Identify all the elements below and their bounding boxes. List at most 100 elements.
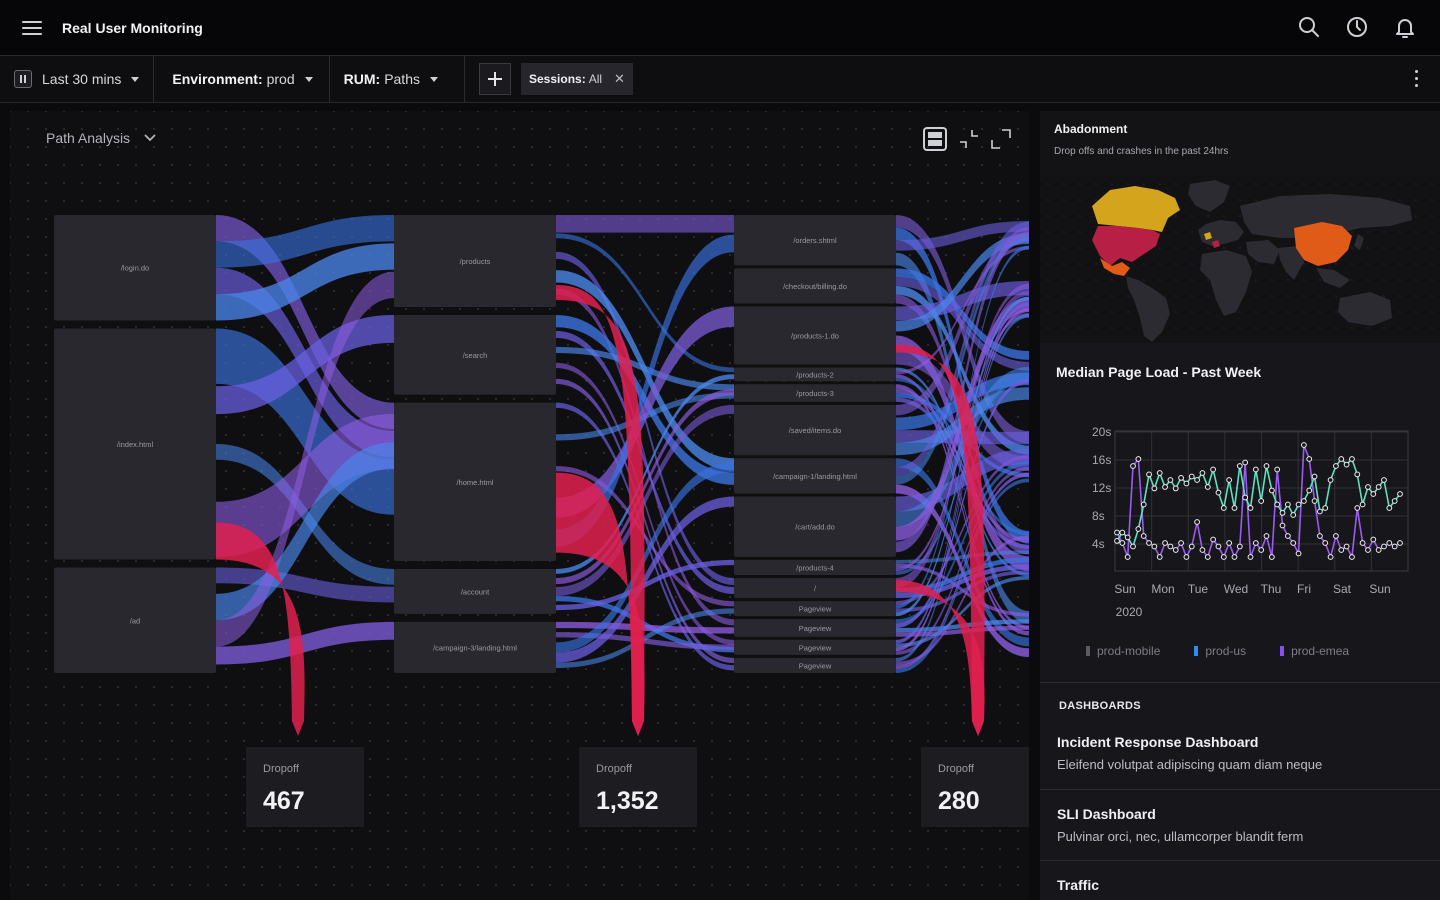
data-point[interactable] [1146,540,1152,546]
data-point[interactable] [1317,533,1323,539]
data-point[interactable] [1279,510,1286,516]
data-point[interactable] [1274,501,1281,508]
data-point[interactable] [1236,463,1243,469]
data-point[interactable] [1204,554,1211,560]
more-options-icon[interactable] [1415,70,1418,87]
data-point[interactable] [1327,554,1334,560]
data-point[interactable] [1215,543,1222,550]
data-point[interactable] [1162,540,1168,546]
data-point[interactable] [1284,501,1291,508]
data-point[interactable] [1242,459,1249,466]
sankey-node[interactable]: /checkout/billing.do [734,268,896,304]
data-point[interactable] [1204,484,1211,490]
data-point[interactable] [1354,505,1361,511]
data-point[interactable] [1327,477,1334,483]
data-point[interactable] [1215,489,1222,496]
data-point[interactable] [1338,547,1345,553]
data-point[interactable] [1114,529,1120,536]
data-point[interactable] [1130,463,1136,469]
data-point[interactable] [1194,519,1200,525]
legend-item[interactable]: prod-mobile [1086,644,1160,658]
data-point[interactable] [1333,533,1339,539]
data-point[interactable] [1365,484,1371,490]
data-point[interactable] [1290,540,1297,546]
data-point[interactable] [1162,484,1168,490]
data-point[interactable] [1183,480,1190,487]
sankey-node[interactable]: /login.do [54,215,216,321]
data-point[interactable] [1124,534,1131,541]
legend-item[interactable]: prod-emea [1280,644,1349,658]
data-point[interactable] [1317,508,1323,515]
sankey-node[interactable]: /campaign-1/landing.html [734,458,896,494]
data-point[interactable] [1391,498,1398,504]
data-point[interactable] [1284,533,1291,539]
data-point[interactable] [1135,456,1142,462]
data-point[interactable] [1311,498,1318,504]
data-point[interactable] [1322,505,1329,511]
layout-icon[interactable] [923,127,947,151]
data-point[interactable] [1140,501,1147,508]
expand-icon[interactable] [991,129,1011,149]
data-point[interactable] [1300,442,1307,448]
data-point[interactable] [1151,543,1158,550]
data-point[interactable] [1391,543,1398,550]
sankey-node[interactable]: Pageview [734,639,896,655]
data-point[interactable] [1247,505,1254,511]
sankey-node[interactable]: /index.html [54,328,216,560]
environment-dropdown[interactable]: Environment: prod [154,56,330,102]
collapse-icon[interactable] [959,129,979,149]
data-point[interactable] [1156,554,1163,560]
sankey-node[interactable]: /products [394,215,556,307]
sankey-node[interactable]: /orders.shtml [734,215,896,266]
data-point[interactable] [1231,505,1238,511]
data-point[interactable] [1258,498,1265,504]
data-point[interactable] [1199,470,1206,476]
data-point[interactable] [1365,547,1371,553]
rum-dropdown[interactable]: RUM: Paths [330,56,465,102]
sankey-node[interactable]: /cart/add.do [734,496,896,557]
sankey-node[interactable]: /saved/items.do [734,404,896,456]
sankey-node[interactable]: / [734,577,896,599]
data-point[interactable] [1279,522,1286,529]
data-point[interactable] [1381,543,1387,550]
sankey-node[interactable]: /products-4 [734,559,896,575]
data-point[interactable] [1322,540,1329,546]
data-point[interactable] [1188,543,1195,550]
data-point[interactable] [1290,512,1297,518]
data-point[interactable] [1397,491,1403,497]
clock-icon[interactable] [1346,16,1368,38]
sankey-node[interactable]: Pageview [734,601,896,617]
dashboard-item-traffic[interactable]: Traffic [1040,877,1440,893]
data-point[interactable] [1338,456,1345,462]
add-filter-button[interactable] [479,63,511,95]
data-point[interactable] [1300,498,1307,504]
search-icon[interactable] [1298,16,1320,38]
sankey-node[interactable]: Pageview [734,657,896,673]
dashboard-item-sli[interactable]: SLI Dashboard Pulvinar orci, nec, ullamc… [1040,806,1440,844]
data-point[interactable] [1210,536,1217,543]
sankey-node[interactable]: /products-3 [734,384,896,402]
data-point[interactable] [1295,501,1302,508]
data-point[interactable] [1370,536,1377,543]
data-point[interactable] [1375,484,1382,490]
data-point[interactable] [1188,473,1195,480]
data-point[interactable] [1242,494,1249,501]
data-point[interactable] [1359,540,1366,546]
pause-icon[interactable] [14,70,32,88]
data-point[interactable] [1306,456,1313,462]
data-point[interactable] [1386,505,1393,511]
bell-icon[interactable] [1394,16,1416,38]
sankey-node[interactable]: /ad [54,567,216,673]
data-point[interactable] [1210,466,1217,473]
data-point[interactable] [1167,543,1174,550]
sessions-filter-chip[interactable]: Sessions: All ✕ [521,63,633,95]
data-point[interactable] [1252,466,1259,473]
data-point[interactable] [1124,554,1131,560]
data-point[interactable] [1263,463,1270,469]
data-point[interactable] [1199,547,1206,553]
data-point[interactable] [1359,501,1366,508]
data-point[interactable] [1252,540,1259,546]
data-point[interactable] [1258,547,1265,553]
data-point[interactable] [1236,543,1243,550]
menu-icon[interactable] [22,20,42,35]
